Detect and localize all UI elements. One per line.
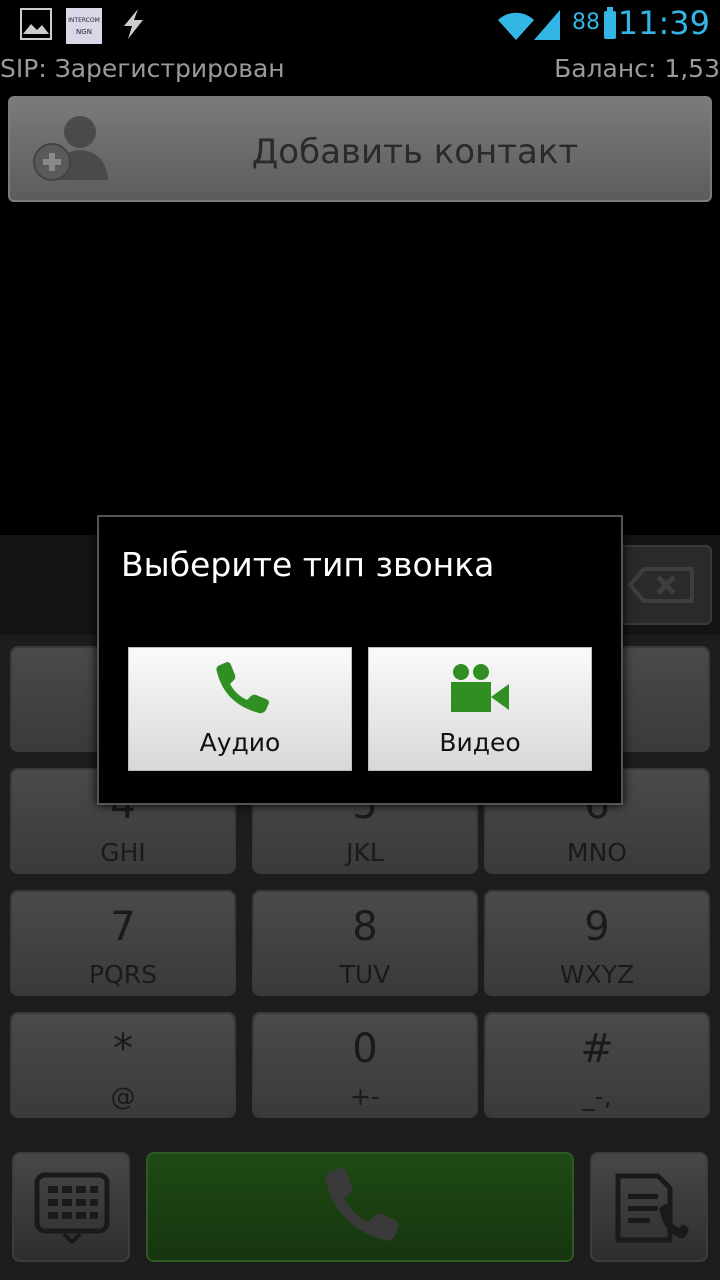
key-letters: GHI (100, 838, 146, 867)
lightning-icon (124, 9, 143, 39)
key-8[interactable]: 8 TUV (252, 890, 478, 996)
key-digit: 8 (352, 904, 378, 950)
video-camera-icon (451, 664, 509, 712)
key-7[interactable]: 7 PQRS (10, 890, 236, 996)
backspace-button[interactable] (612, 545, 712, 625)
key-letters: _-, (582, 1082, 612, 1111)
key-star[interactable]: * @ (10, 1012, 236, 1118)
key-letters: MNO (567, 838, 627, 867)
audio-call-label: Аудио (199, 728, 281, 757)
key-digit: 7 (110, 904, 136, 950)
key-letters: +- (350, 1082, 380, 1111)
key-digit: 0 (352, 1026, 378, 1072)
call-button[interactable] (146, 1152, 574, 1262)
battery-icon (604, 7, 616, 39)
add-contact-label: Добавить контакт (251, 132, 579, 172)
key-letters: JKL (346, 838, 384, 867)
clock: 11:39 (617, 4, 710, 42)
key-digit: # (580, 1026, 614, 1072)
backspace-icon (627, 567, 694, 603)
dialog-title: Выберите тип звонка (121, 545, 495, 584)
video-call-button[interactable]: Видео (368, 647, 592, 771)
video-call-label: Видео (439, 728, 521, 757)
svg-text:INTERCOM: INTERCOM (68, 17, 100, 24)
status-bar: INTERCOM NGN 88 11:39 (0, 0, 720, 50)
key-digit: 9 (584, 904, 610, 950)
call-history-button[interactable] (590, 1152, 708, 1262)
wifi-icon (498, 12, 534, 40)
key-letters: TUV (339, 960, 391, 989)
call-type-dialog: Выберите тип звонка Аудио Видео (97, 515, 623, 805)
key-9[interactable]: 9 WXYZ (484, 890, 710, 996)
battery-percent: 88 (572, 10, 600, 35)
signal-icon (534, 10, 560, 40)
key-letters: WXYZ (559, 960, 635, 989)
key-digit: * (113, 1026, 133, 1072)
audio-call-button[interactable]: Аудио (128, 647, 352, 771)
intercom-ngn-icon: INTERCOM NGN (66, 8, 102, 44)
call-log-icon (615, 1173, 689, 1243)
key-hash[interactable]: # _-, (484, 1012, 710, 1118)
add-contact-button[interactable]: Добавить контакт (8, 96, 712, 202)
audio-call-icon (216, 662, 269, 714)
keypad-icon (34, 1172, 110, 1244)
key-letters: PQRS (89, 960, 157, 989)
image-icon (20, 8, 52, 40)
balance: Баланс: 1,53 (554, 54, 720, 83)
svg-text:NGN: NGN (76, 28, 92, 36)
key-0[interactable]: 0 +- (252, 1012, 478, 1118)
phone-icon (325, 1168, 399, 1241)
key-letters: @ (110, 1082, 136, 1111)
sip-status: SIP: Зарегистрирован (0, 54, 285, 83)
keypad-toggle-button[interactable] (12, 1152, 130, 1262)
